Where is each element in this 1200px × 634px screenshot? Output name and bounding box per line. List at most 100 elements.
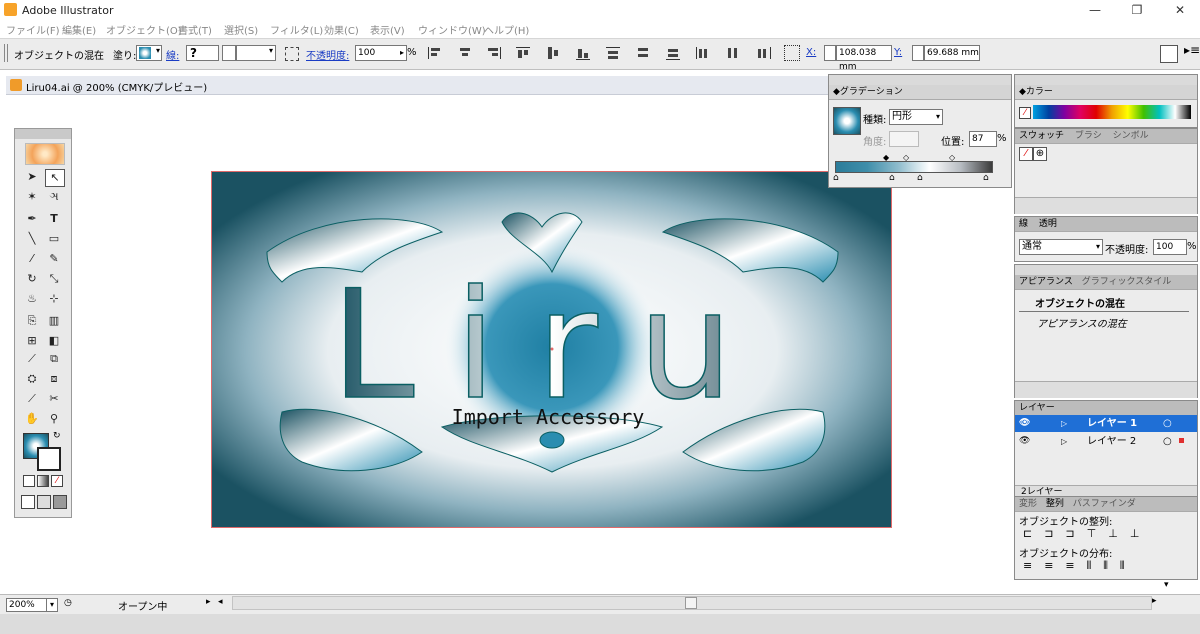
- tab-stroke[interactable]: 線: [1019, 219, 1028, 229]
- gradient-angle-input[interactable]: [889, 131, 919, 147]
- gradient-midpoint-3[interactable]: ◇: [949, 153, 955, 162]
- fill-swatch[interactable]: ▾: [136, 45, 162, 61]
- direct-selection-tool-icon[interactable]: ↖: [45, 169, 65, 187]
- minimize-icon[interactable]: —: [1080, 2, 1110, 18]
- warp-tool-icon[interactable]: ♨: [23, 291, 41, 307]
- style-icon[interactable]: [285, 47, 299, 61]
- menu-arrow-icon[interactable]: ▸≡: [1184, 43, 1200, 57]
- align-objects-buttons[interactable]: ⊏⊐⊐⊤⊥⊥: [1023, 527, 1151, 540]
- gradient-panel-tab[interactable]: ◆グラデーション: [829, 85, 1011, 100]
- color-spectrum[interactable]: [1033, 105, 1191, 119]
- screen-mode-normal-icon[interactable]: [21, 495, 35, 509]
- live-paint-selection-tool-icon[interactable]: ⧈: [45, 371, 63, 387]
- distribute-objects-buttons[interactable]: ≡≡≡⫴⫴⫴: [1023, 559, 1137, 573]
- menu-edit[interactable]: 編集(E): [62, 22, 96, 37]
- appearance-panel-grip[interactable]: [1015, 265, 1197, 275]
- blend-mode-select[interactable]: 通常 ▾: [1019, 239, 1103, 255]
- appearance-item-object[interactable]: オブジェクトの混在: [1035, 295, 1125, 310]
- tab-brushes[interactable]: ブラシ: [1075, 131, 1102, 141]
- magic-wand-tool-icon[interactable]: ✶: [23, 189, 41, 205]
- eyedropper-tool-icon[interactable]: ⟋: [23, 351, 41, 367]
- y-stepper[interactable]: [912, 45, 924, 61]
- menu-file[interactable]: ファイル(F): [6, 22, 60, 37]
- graph-tool-icon[interactable]: ▥: [45, 313, 63, 329]
- tab-swatches[interactable]: スウォッチ: [1019, 131, 1064, 141]
- y-label[interactable]: Y:: [894, 47, 902, 58]
- menu-help[interactable]: ヘルプ(H): [484, 22, 529, 37]
- color-mode-icon[interactable]: [23, 475, 35, 487]
- gradient-preview[interactable]: [833, 107, 861, 135]
- zoom-dropdown-icon[interactable]: ▾: [46, 598, 58, 612]
- distribute-right-icon[interactable]: [756, 47, 771, 59]
- gradient-mode-icon[interactable]: [37, 475, 49, 487]
- opacity-input[interactable]: 100 ▸: [355, 45, 407, 61]
- gradient-position-input[interactable]: 87: [969, 131, 997, 147]
- tab-transparency[interactable]: 透明: [1039, 219, 1057, 229]
- swap-colors-icon[interactable]: ↻: [53, 431, 61, 441]
- layer-target-icon[interactable]: ○: [1163, 415, 1172, 432]
- visibility-eye-icon[interactable]: 👁: [1019, 415, 1030, 432]
- paintbrush-tool-icon[interactable]: ⁄: [23, 251, 41, 267]
- pen-tool-icon[interactable]: ✒: [23, 211, 41, 227]
- menu-view[interactable]: 表示(V): [370, 22, 405, 37]
- distribute-center-v-icon[interactable]: [636, 47, 650, 59]
- gradient-midpoint-1[interactable]: ◆: [883, 153, 889, 162]
- gradient-ramp[interactable]: [835, 161, 993, 173]
- menu-filter[interactable]: フィルタ(L): [270, 22, 323, 37]
- blend-tool-icon[interactable]: ⧉: [45, 351, 63, 367]
- layer-target-icon[interactable]: ○: [1163, 433, 1172, 450]
- scale-tool-icon[interactable]: ⤡: [45, 271, 63, 287]
- color-panel-tab[interactable]: ◆カラー: [1015, 85, 1197, 100]
- selection-tool-icon[interactable]: ➤: [23, 169, 41, 185]
- distribute-bottom-icon[interactable]: [666, 47, 680, 60]
- toolbox-grip[interactable]: [15, 129, 71, 139]
- stroke-weight-select[interactable]: ▾: [236, 45, 276, 61]
- stroke-swatch[interactable]: ?: [186, 45, 219, 61]
- scroll-right-icon[interactable]: ▸: [1152, 596, 1157, 606]
- menu-effect[interactable]: 効果(C): [324, 22, 359, 37]
- close-icon[interactable]: ✕: [1165, 2, 1195, 18]
- swatch-registration[interactable]: ⊕: [1033, 147, 1047, 161]
- screen-mode-full-icon[interactable]: [53, 495, 67, 509]
- gradient-stop-1[interactable]: ⌂: [833, 173, 839, 183]
- stroke-weight-stepper[interactable]: [222, 45, 236, 61]
- x-label[interactable]: X:: [806, 47, 816, 58]
- tab-pathfinder[interactable]: パスファインダ: [1073, 499, 1136, 509]
- tab-transform[interactable]: 変形: [1019, 499, 1037, 509]
- free-transform-tool-icon[interactable]: ⊹: [45, 291, 63, 307]
- rotate-tool-icon[interactable]: ↻: [23, 271, 41, 287]
- opacity-label[interactable]: 不透明度:: [306, 47, 349, 62]
- expand-triangle-icon[interactable]: ▷: [1061, 433, 1067, 450]
- transform-reference-icon[interactable]: [784, 45, 800, 61]
- expand-triangle-icon[interactable]: ▷: [1061, 415, 1067, 432]
- scroll-left-icon[interactable]: ◂: [218, 597, 223, 607]
- slice-tool-icon[interactable]: ⟋: [23, 391, 41, 407]
- document-setup-icon[interactable]: [1160, 45, 1178, 63]
- pencil-tool-icon[interactable]: ✎: [45, 251, 63, 267]
- layer-name-2[interactable]: レイヤー 2: [1087, 433, 1136, 450]
- distribute-left-icon[interactable]: [696, 47, 711, 59]
- live-paint-tool-icon[interactable]: ⛭: [23, 371, 41, 387]
- zoom-input[interactable]: 200%: [6, 598, 48, 612]
- tab-graphic-styles[interactable]: グラフィックスタイル: [1082, 277, 1172, 287]
- scrollbar-thumb[interactable]: [685, 597, 697, 609]
- mesh-tool-icon[interactable]: ⊞: [23, 333, 41, 349]
- gradient-midpoint-2[interactable]: ◇: [903, 153, 909, 162]
- none-color-icon[interactable]: ⁄: [1019, 107, 1031, 119]
- menu-type[interactable]: 書式(T): [178, 22, 212, 37]
- gradient-stop-3[interactable]: ⌂: [917, 173, 923, 183]
- align-left-icon[interactable]: [428, 47, 443, 59]
- y-input[interactable]: 69.688 mm: [924, 45, 980, 61]
- layer-row-2[interactable]: 👁 ▷ レイヤー 2 ○: [1015, 433, 1197, 450]
- none-mode-icon[interactable]: ⁄: [51, 475, 63, 487]
- align-top-icon[interactable]: [516, 47, 530, 60]
- gradient-stop-2[interactable]: ⌂: [889, 173, 895, 183]
- artboard-artwork[interactable]: Liru Import Accessory: [211, 171, 892, 528]
- gradient-stop-4[interactable]: ⌂: [983, 173, 989, 183]
- menu-window[interactable]: ウィンドウ(W): [418, 22, 486, 37]
- x-stepper[interactable]: [824, 45, 836, 61]
- screen-mode-full-menu-icon[interactable]: [37, 495, 51, 509]
- x-input[interactable]: 108.038 mm: [836, 45, 892, 72]
- gradient-panel-grip[interactable]: [829, 75, 1011, 85]
- horizontal-scrollbar[interactable]: [232, 596, 1152, 610]
